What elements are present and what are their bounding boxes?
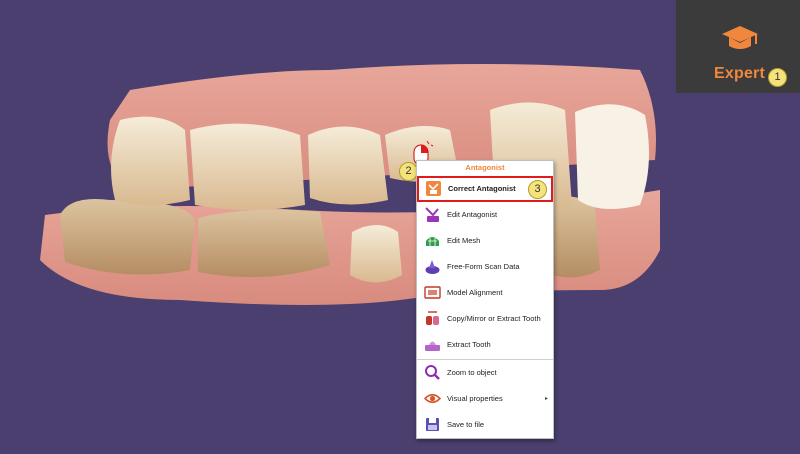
menu-item-label: Copy/Mirror or Extract Tooth [447,314,541,323]
lower-molar [60,199,195,275]
menu-item-label: Visual properties [447,394,503,403]
menu-item-visual-properties[interactable]: Visual properties ▸ [417,387,553,411]
menu-item-label: Model Alignment [447,288,503,297]
edit-antagonist-icon [425,207,439,222]
eye-icon [424,393,441,404]
menu-header: Antagonist [465,163,505,172]
menu-item-label: Extract Tooth [447,340,491,349]
context-menu: Antagonist Correct Antagonist 3 Edit Ant… [416,160,554,439]
free-form-icon [425,260,440,274]
menu-item-edit-antagonist[interactable]: Edit Antagonist [417,203,553,227]
callout-badge: 3 [528,180,547,199]
expert-label: Expert [714,65,765,82]
lower-incisor-stump [350,225,402,283]
upper-canine [308,126,388,205]
model-alignment-icon [424,286,441,299]
menu-item-extract-tooth[interactable]: Extract Tooth [417,333,553,357]
graduation-cap-icon [722,26,758,49]
edit-mesh-icon [426,237,439,246]
correct-antagonist-icon [426,181,441,196]
menu-item-zoom-to-object[interactable]: Zoom to object [417,361,553,385]
menu-item-model-alignment[interactable]: Model Alignment [417,281,553,305]
menu-item-save-to-file[interactable]: Save to file [417,413,553,437]
callout-badge: 1 [768,68,787,87]
menu-item-label: Correct Antagonist [448,184,516,193]
zoom-icon [425,365,440,380]
upper-molar [111,116,190,205]
menu-item-label: Edit Mesh [447,236,481,245]
copy-mirror-icon [426,311,439,325]
lower-premolar [198,209,330,278]
menu-separator [417,359,553,360]
menu-item-label: Free-Form Scan Data [447,262,520,271]
menu-item-copy-mirror-extract[interactable]: Copy/Mirror or Extract Tooth [417,307,553,331]
menu-item-free-form-scan-data[interactable]: Free-Form Scan Data [417,255,553,279]
menu-item-label: Zoom to object [447,368,497,377]
expert-mode-button[interactable]: Expert 1 [676,0,800,93]
extract-tooth-icon [425,341,440,351]
menu-item-edit-mesh[interactable]: Edit Mesh [417,229,553,253]
menu-item-correct-antagonist[interactable]: Correct Antagonist 3 [417,176,553,202]
menu-item-label: Edit Antagonist [447,210,498,219]
upper-premolar [190,123,305,210]
upper-canine-right [575,104,649,209]
submenu-arrow-icon: ▸ [544,396,548,402]
save-icon [426,418,439,431]
menu-item-label: Save to file [447,420,485,429]
